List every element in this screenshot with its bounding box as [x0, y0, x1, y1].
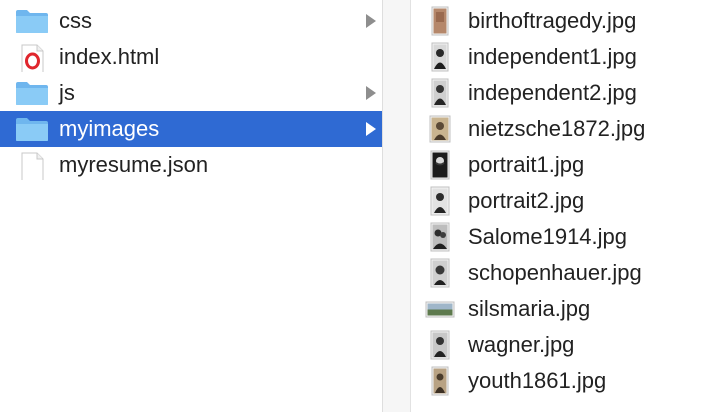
folder-name: js: [59, 80, 75, 105]
image-thumbnail-icon: [430, 150, 450, 180]
image-file-name: independent1.jpg: [468, 44, 637, 69]
image-file-name: silsmaria.jpg: [468, 296, 591, 321]
file-name: index.html: [59, 44, 160, 69]
folder-name: myimages: [59, 116, 160, 141]
file-row-myresume-json[interactable]: myresume.json: [0, 147, 382, 183]
image-row[interactable]: portrait1.jpg: [411, 147, 728, 183]
image-row[interactable]: silsmaria.jpg: [411, 291, 728, 327]
folder-row-css[interactable]: css: [0, 3, 382, 39]
chevron-right-icon: [366, 122, 376, 136]
image-row[interactable]: independent2.jpg: [411, 75, 728, 111]
column-myimages[interactable]: birthoftragedy.jpg independent1.jpg inde…: [411, 0, 728, 412]
image-thumbnail-icon: [425, 301, 455, 318]
image-thumbnail-icon: [430, 222, 450, 252]
image-row[interactable]: youth1861.jpg: [411, 363, 728, 399]
image-row[interactable]: portrait2.jpg: [411, 183, 728, 219]
image-row[interactable]: wagner.jpg: [411, 327, 728, 363]
file-row-index-html[interactable]: index.html: [0, 39, 382, 75]
image-row[interactable]: nietzsche1872.jpg: [411, 111, 728, 147]
image-row[interactable]: birthoftragedy.jpg: [411, 3, 728, 39]
image-thumbnail-icon: [431, 78, 449, 108]
folder-icon: [16, 10, 48, 33]
image-thumbnail-icon: [430, 258, 450, 288]
image-thumbnail-icon: [431, 42, 449, 72]
image-thumbnail-icon: [430, 330, 450, 360]
image-thumbnail-icon: [429, 115, 451, 143]
finder-column-view: css index.html js myimages myresume.json…: [0, 0, 728, 412]
folder-name: css: [59, 8, 92, 33]
image-file-name: youth1861.jpg: [468, 368, 607, 393]
chevron-right-icon: [366, 86, 376, 100]
image-row[interactable]: independent1.jpg: [411, 39, 728, 75]
document-icon: [21, 152, 44, 180]
opera-html-file-icon: [21, 44, 44, 72]
image-row[interactable]: schopenhauer.jpg: [411, 255, 728, 291]
image-file-name: independent2.jpg: [468, 80, 637, 105]
image-row[interactable]: Salome1914.jpg: [411, 219, 728, 255]
image-file-name: nietzsche1872.jpg: [468, 116, 646, 141]
chevron-right-icon: [366, 14, 376, 28]
folder-icon: [16, 82, 48, 105]
folder-icon: [16, 118, 48, 141]
image-file-name: portrait2.jpg: [468, 188, 585, 213]
image-file-name: birthoftragedy.jpg: [468, 8, 637, 33]
image-file-name: wagner.jpg: [468, 332, 575, 357]
image-thumbnail-icon: [430, 186, 450, 216]
column-gap: [383, 0, 411, 412]
image-thumbnail-icon: [431, 6, 449, 36]
image-thumbnail-icon: [431, 366, 449, 396]
image-file-name: portrait1.jpg: [468, 152, 585, 177]
file-name: myresume.json: [59, 152, 209, 177]
image-file-name: Salome1914.jpg: [468, 224, 628, 249]
folder-row-js[interactable]: js: [0, 75, 382, 111]
column-project[interactable]: css index.html js myimages myresume.json: [0, 0, 382, 412]
image-file-name: schopenhauer.jpg: [468, 260, 642, 285]
folder-row-myimages[interactable]: myimages: [0, 111, 382, 147]
